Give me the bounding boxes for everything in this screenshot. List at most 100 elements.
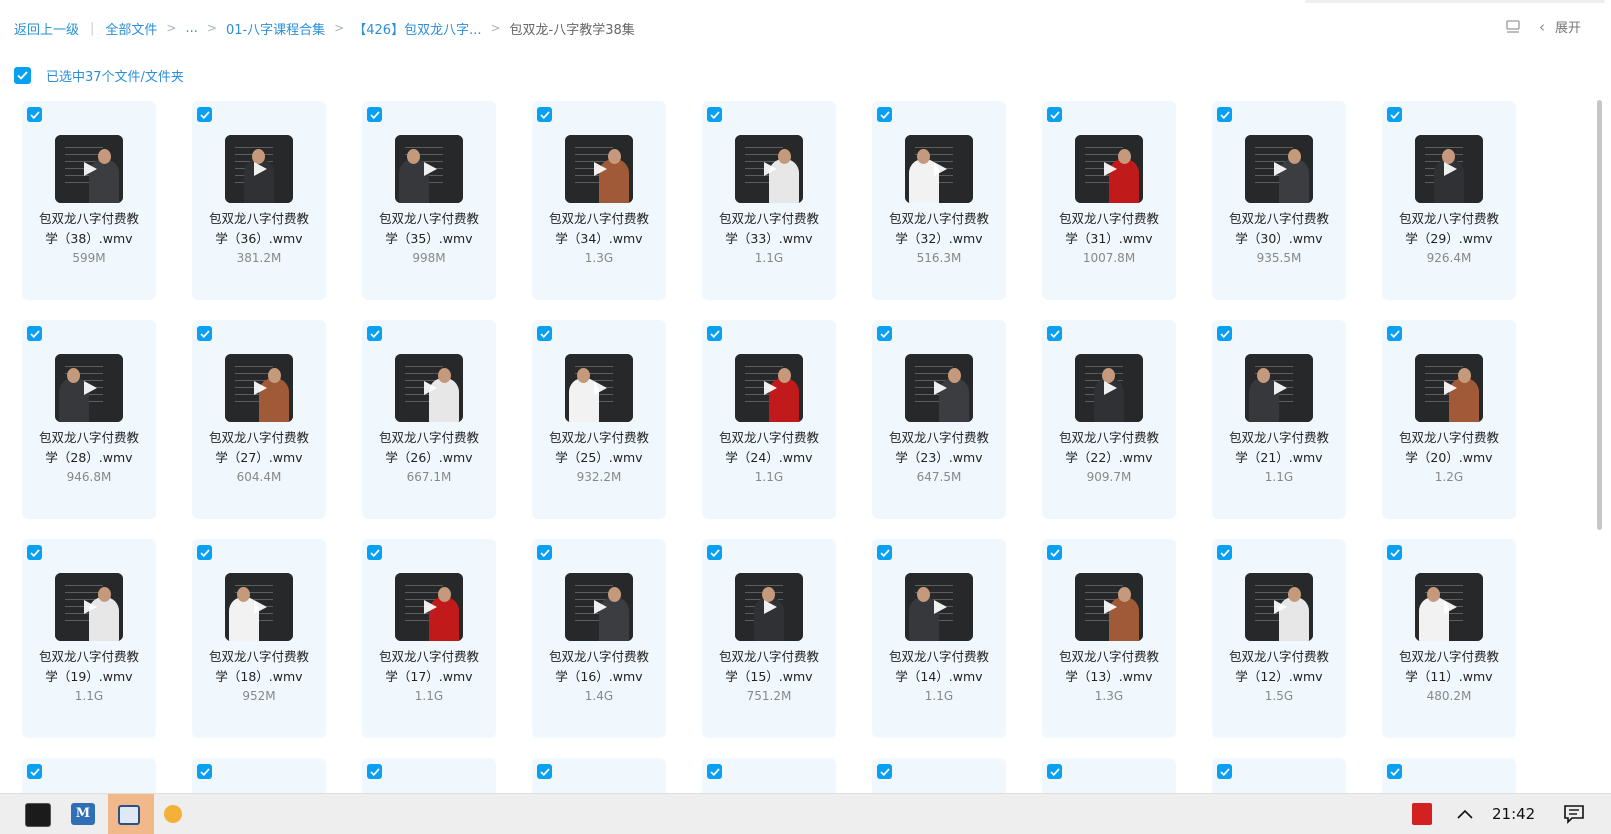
breadcrumb-level1[interactable]: 01-八字课程合集 — [226, 19, 325, 38]
file-card[interactable]: 包双龙八字付费教 学（20）.wmv 1.2G — [1382, 320, 1516, 519]
video-thumbnail[interactable] — [55, 573, 123, 641]
back-link[interactable]: 返回上一级 — [14, 19, 79, 38]
file-name[interactable]: 包双龙八字付费教 学（32）.wmv — [876, 209, 1002, 249]
video-thumbnail[interactable] — [905, 354, 973, 422]
file-card[interactable]: 包双龙八字付费教 学（17）.wmv 1.1G — [362, 539, 496, 738]
file-checkbox[interactable] — [877, 545, 892, 560]
file-name[interactable]: 包双龙八字付费教 学（24）.wmv — [706, 428, 832, 468]
file-checkbox[interactable] — [1217, 326, 1232, 341]
file-checkbox[interactable] — [1217, 107, 1232, 122]
file-name[interactable]: 包双龙八字付费教 学（25）.wmv — [536, 428, 662, 468]
video-thumbnail[interactable] — [395, 354, 463, 422]
file-checkbox[interactable] — [707, 326, 722, 341]
file-name[interactable]: 包双龙八字付费教 学（14）.wmv — [876, 647, 1002, 687]
file-name[interactable]: 包双龙八字付费教 学（12）.wmv — [1216, 647, 1342, 687]
file-checkbox[interactable] — [877, 764, 892, 779]
breadcrumb-all-files[interactable]: 全部文件 — [105, 19, 157, 38]
file-card[interactable]: 包双龙八字付费教 学（16）.wmv 1.4G — [532, 539, 666, 738]
file-name[interactable]: 包双龙八字付费教 学（29）.wmv — [1386, 209, 1512, 249]
file-card-partial[interactable] — [362, 758, 496, 798]
file-name[interactable]: 包双龙八字付费教 学（16）.wmv — [536, 647, 662, 687]
file-checkbox[interactable] — [1217, 545, 1232, 560]
file-checkbox[interactable] — [27, 107, 42, 122]
file-card[interactable]: 包双龙八字付费教 学（22）.wmv 909.7M — [1042, 320, 1176, 519]
notification-icon[interactable] — [1563, 804, 1585, 824]
file-checkbox[interactable] — [27, 545, 42, 560]
video-thumbnail[interactable] — [735, 135, 803, 203]
file-card[interactable]: 包双龙八字付费教 学（15）.wmv 751.2M — [702, 539, 836, 738]
video-thumbnail[interactable] — [55, 354, 123, 422]
file-card[interactable]: 包双龙八字付费教 学（25）.wmv 932.2M — [532, 320, 666, 519]
video-thumbnail[interactable] — [1075, 135, 1143, 203]
file-checkbox[interactable] — [707, 764, 722, 779]
file-name[interactable]: 包双龙八字付费教 学（28）.wmv — [26, 428, 152, 468]
file-checkbox[interactable] — [537, 764, 552, 779]
file-card[interactable]: 包双龙八字付费教 学（30）.wmv 935.5M — [1212, 101, 1346, 300]
breadcrumb-level2[interactable]: 【426】包双龙八字... — [353, 19, 481, 38]
file-checkbox[interactable] — [367, 326, 382, 341]
file-name[interactable]: 包双龙八字付费教 学（31）.wmv — [1046, 209, 1172, 249]
file-name[interactable]: 包双龙八字付费教 学（34）.wmv — [536, 209, 662, 249]
video-thumbnail[interactable] — [1415, 354, 1483, 422]
file-checkbox[interactable] — [537, 326, 552, 341]
file-card[interactable]: 包双龙八字付费教 学（27）.wmv 604.4M — [192, 320, 326, 519]
file-card[interactable]: 包双龙八字付费教 学（32）.wmv 516.3M — [872, 101, 1006, 300]
file-checkbox[interactable] — [1047, 107, 1062, 122]
file-checkbox[interactable] — [877, 326, 892, 341]
video-thumbnail[interactable] — [225, 135, 293, 203]
video-thumbnail[interactable] — [1075, 573, 1143, 641]
video-thumbnail[interactable] — [55, 135, 123, 203]
file-card[interactable]: 包双龙八字付费教 学（35）.wmv 998M — [362, 101, 496, 300]
breadcrumb-ellipsis[interactable]: ... — [185, 21, 197, 36]
file-checkbox[interactable] — [27, 764, 42, 779]
file-checkbox[interactable] — [537, 107, 552, 122]
file-name[interactable]: 包双龙八字付费教 学（22）.wmv — [1046, 428, 1172, 468]
video-thumbnail[interactable] — [1245, 354, 1313, 422]
video-thumbnail[interactable] — [905, 573, 973, 641]
file-card-partial[interactable] — [1382, 758, 1516, 798]
file-name[interactable]: 包双龙八字付费教 学（27）.wmv — [196, 428, 322, 468]
file-card[interactable]: 包双龙八字付费教 学（14）.wmv 1.1G — [872, 539, 1006, 738]
file-card-partial[interactable] — [1042, 758, 1176, 798]
file-name[interactable]: 包双龙八字付费教 学（35）.wmv — [366, 209, 492, 249]
video-thumbnail[interactable] — [395, 135, 463, 203]
layout-toggle-icon[interactable] — [1505, 19, 1521, 35]
chevron-up-icon[interactable] — [1456, 808, 1474, 820]
stamp-app-icon[interactable] — [1412, 803, 1432, 825]
file-card[interactable]: 包双龙八字付费教 学（21）.wmv 1.1G — [1212, 320, 1346, 519]
video-thumbnail[interactable] — [1245, 573, 1313, 641]
file-card[interactable]: 包双龙八字付费教 学（19）.wmv 1.1G — [22, 539, 156, 738]
select-all-checkbox[interactable] — [14, 67, 31, 84]
file-checkbox[interactable] — [27, 326, 42, 341]
file-card[interactable]: 包双龙八字付费教 学（24）.wmv 1.1G — [702, 320, 836, 519]
file-card[interactable]: 包双龙八字付费教 学（31）.wmv 1007.8M — [1042, 101, 1176, 300]
sun-app-icon[interactable] — [164, 805, 182, 823]
maxthon-icon[interactable]: M — [71, 803, 95, 825]
file-checkbox[interactable] — [1387, 545, 1402, 560]
file-card[interactable]: 包双龙八字付费教 学（26）.wmv 667.1M — [362, 320, 496, 519]
file-name[interactable]: 包双龙八字付费教 学（19）.wmv — [26, 647, 152, 687]
file-checkbox[interactable] — [707, 107, 722, 122]
file-name[interactable]: 包双龙八字付费教 学（18）.wmv — [196, 647, 322, 687]
file-name[interactable]: 包双龙八字付费教 学（13）.wmv — [1046, 647, 1172, 687]
file-name[interactable]: 包双龙八字付费教 学（15）.wmv — [706, 647, 832, 687]
file-name[interactable]: 包双龙八字付费教 学（38）.wmv — [26, 209, 152, 249]
file-card[interactable]: 包双龙八字付费教 学（11）.wmv 480.2M — [1382, 539, 1516, 738]
file-card-partial[interactable] — [22, 758, 156, 798]
file-card[interactable]: 包双龙八字付费教 学（28）.wmv 946.8M — [22, 320, 156, 519]
file-name[interactable]: 包双龙八字付费教 学（21）.wmv — [1216, 428, 1342, 468]
file-card[interactable]: 包双龙八字付费教 学（13）.wmv 1.3G — [1042, 539, 1176, 738]
file-card-partial[interactable] — [872, 758, 1006, 798]
file-name[interactable]: 包双龙八字付费教 学（11）.wmv — [1386, 647, 1512, 687]
file-name[interactable]: 包双龙八字付费教 学（36）.wmv — [196, 209, 322, 249]
file-name[interactable]: 包双龙八字付费教 学（20）.wmv — [1386, 428, 1512, 468]
file-checkbox[interactable] — [1387, 107, 1402, 122]
file-card[interactable]: 包双龙八字付费教 学（12）.wmv 1.5G — [1212, 539, 1346, 738]
file-card-partial[interactable] — [192, 758, 326, 798]
file-checkbox[interactable] — [367, 107, 382, 122]
chevron-left-icon[interactable]: ‹ — [1539, 18, 1545, 36]
file-checkbox[interactable] — [367, 545, 382, 560]
file-name[interactable]: 包双龙八字付费教 学（17）.wmv — [366, 647, 492, 687]
video-thumbnail[interactable] — [1075, 354, 1143, 422]
video-thumbnail[interactable] — [735, 573, 803, 641]
